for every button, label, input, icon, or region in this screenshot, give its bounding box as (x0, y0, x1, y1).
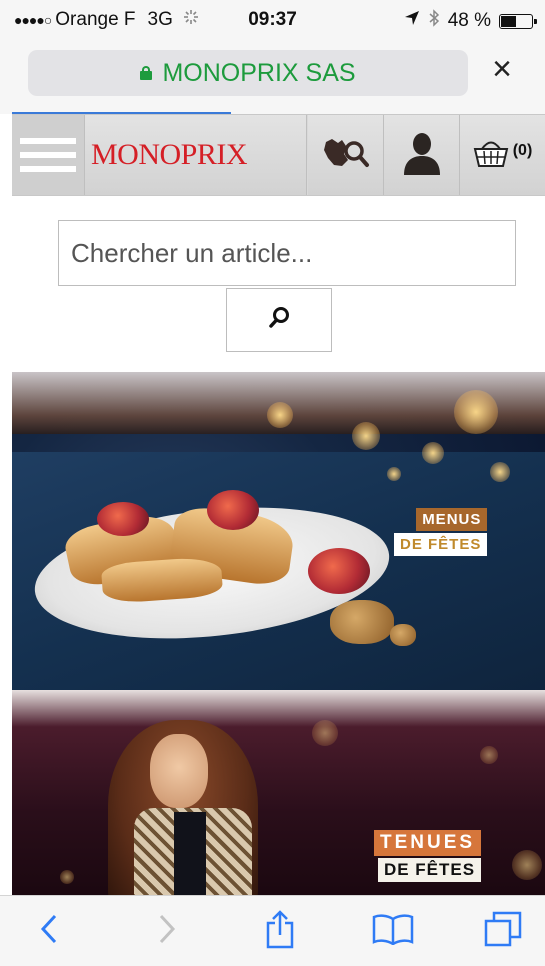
back-icon (39, 913, 59, 950)
menu-icon (20, 130, 76, 180)
store-locator-icon (322, 136, 370, 175)
walnut-image (330, 600, 394, 644)
bokeh-light (352, 422, 380, 450)
bokeh-light (454, 390, 498, 434)
battery-icon (499, 13, 537, 29)
search-button[interactable] (226, 288, 332, 352)
cart-icon (473, 138, 509, 173)
bokeh-light (512, 850, 542, 880)
bookmarks-icon (372, 913, 414, 950)
status-right: 48 % (404, 9, 537, 33)
banner-label-line2: DE FÊTES (377, 858, 482, 882)
cart-button[interactable]: (0) (460, 115, 545, 195)
bokeh-light (267, 402, 293, 428)
menu-button[interactable] (12, 115, 85, 195)
signal-strength-icon: ●●●●○ (14, 12, 52, 28)
account-icon (402, 131, 442, 180)
network-type: 3G (147, 9, 173, 30)
bokeh-light (422, 442, 444, 464)
battery-percent: 48 % (447, 10, 491, 31)
banner-label-line1: TENUES (374, 830, 482, 856)
banner-label-line1: MENUS (416, 508, 488, 531)
browser-address-area: MONOPRIX SAS × (0, 38, 545, 116)
search-input[interactable]: Chercher un article... (58, 220, 516, 286)
browser-toolbar (0, 895, 545, 966)
model-shirt-image (174, 812, 206, 895)
bokeh-light (387, 467, 401, 481)
account-button[interactable] (384, 115, 460, 195)
bookmarks-button[interactable] (368, 908, 418, 954)
logo-link[interactable]: MONOPRIX (85, 115, 307, 195)
site-header: MONOPRIX (0) (12, 114, 545, 196)
location-icon (404, 10, 420, 32)
forward-icon (157, 913, 177, 950)
fig-image (308, 548, 370, 594)
cart-count: (0) (512, 142, 533, 159)
tabs-icon (484, 911, 522, 952)
banner-menus-de-fetes[interactable]: MENUS DE FÊTES (12, 372, 545, 690)
address-bar[interactable]: MONOPRIX SAS (28, 50, 468, 96)
bokeh-light (490, 462, 510, 482)
walnut-image (390, 624, 416, 646)
bokeh-light (60, 870, 74, 884)
activity-icon (183, 9, 199, 31)
forward-button[interactable] (142, 908, 192, 954)
bokeh-light (480, 746, 498, 764)
banner-tenues-de-fetes[interactable]: TENUES DE FÊTES (12, 690, 545, 895)
status-left: ●●●●○ Orange F 3G (14, 9, 199, 31)
fig-image (97, 502, 149, 536)
bluetooth-icon (428, 9, 440, 33)
monoprix-logo: MONOPRIX (91, 138, 248, 171)
banner-label-line2: DE FÊTES (394, 533, 488, 556)
status-bar: ●●●●○ Orange F 3G 09:37 48 % (0, 0, 545, 38)
close-icon[interactable]: × (485, 52, 519, 86)
tabs-button[interactable] (478, 908, 528, 954)
store-locator-button[interactable] (308, 115, 384, 195)
battery-level (501, 15, 517, 27)
lock-icon (140, 66, 153, 80)
carrier-name: Orange F (55, 9, 136, 30)
share-icon (265, 909, 295, 954)
share-button[interactable] (255, 908, 305, 954)
banner-label: MENUS DE FÊTES (394, 508, 488, 556)
model-face-image (150, 734, 208, 808)
search-placeholder: Chercher un article... (71, 237, 313, 268)
search-icon (268, 306, 290, 335)
fig-image (207, 490, 259, 530)
banner-label: TENUES DE FÊTES (374, 830, 482, 882)
back-button[interactable] (24, 908, 74, 954)
site-identity-label: MONOPRIX SAS (162, 58, 356, 87)
bokeh-light (312, 720, 338, 746)
